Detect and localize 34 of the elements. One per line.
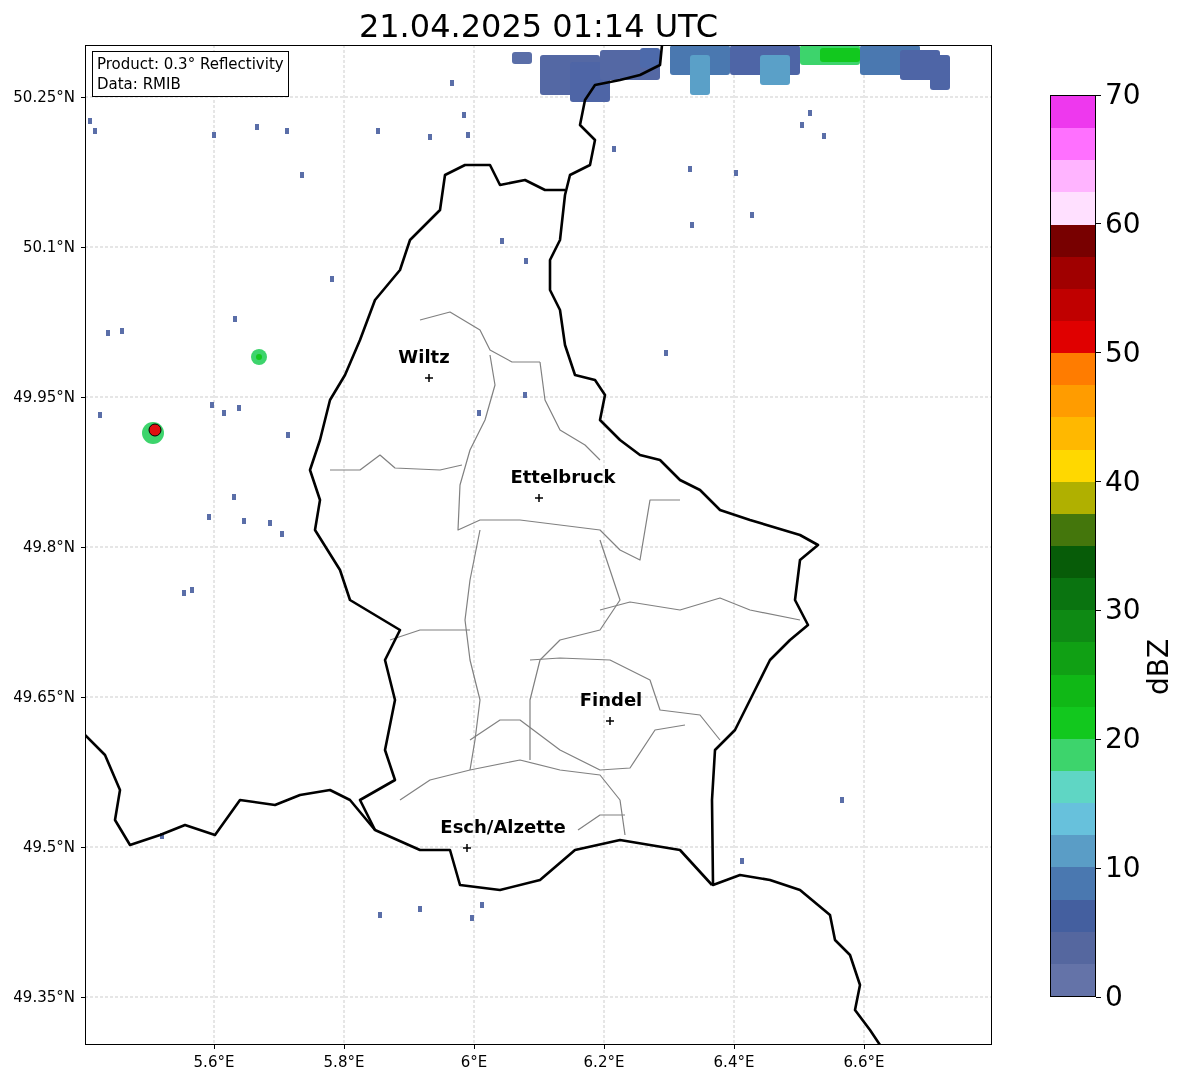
latitude-label: 49.8°N [22,538,75,556]
city-marker-icon [424,373,434,383]
scale-tick-label: 50 [1105,337,1141,368]
longitude-label: 5.8°E [323,1053,365,1071]
city-label: Ettelbruck [510,466,616,487]
scale-tick-label: 10 [1105,853,1141,884]
city-label: Esch/Alzette [440,816,566,837]
latitude-label: 49.5°N [22,838,75,856]
city-marker-icon [534,493,544,503]
latitude-label: 50.1°N [22,238,75,256]
longitude-label: 6.6°E [843,1053,885,1071]
chart-title: 21.04.2025 01:14 UTC [357,6,720,45]
longitude-label: 5.6°E [193,1053,235,1071]
city-label: Wiltz [398,346,450,367]
radar-site-icon [142,422,164,444]
scale-tick-label: 40 [1105,466,1141,497]
longitude-label: 6.2°E [583,1053,625,1071]
latitude-label: 49.95°N [13,388,75,406]
info-text: Product: 0.3° Reflectivity [97,54,284,74]
city-marker-icon [462,843,472,853]
latitude-label: 49.65°N [13,688,75,706]
latitude-label: 50.25°N [13,88,75,106]
scale-tick-label: 30 [1105,595,1141,626]
scale-tick-label: 60 [1105,208,1141,239]
scale-tick-label: 0 [1105,982,1123,1012]
city-label: Findel [579,689,643,710]
city-marker-icon [605,716,615,726]
scale-tick-label: 20 [1105,724,1141,755]
latitude-label: 49.35°N [13,988,75,1006]
info-text: Data: RMIB [97,74,182,94]
scale-tick-label: 70 [1105,80,1141,110]
longitude-label: 6°E [460,1053,488,1071]
scale-unit-label: dBZ [1144,638,1174,695]
longitude-label: 6.4°E [713,1053,755,1071]
